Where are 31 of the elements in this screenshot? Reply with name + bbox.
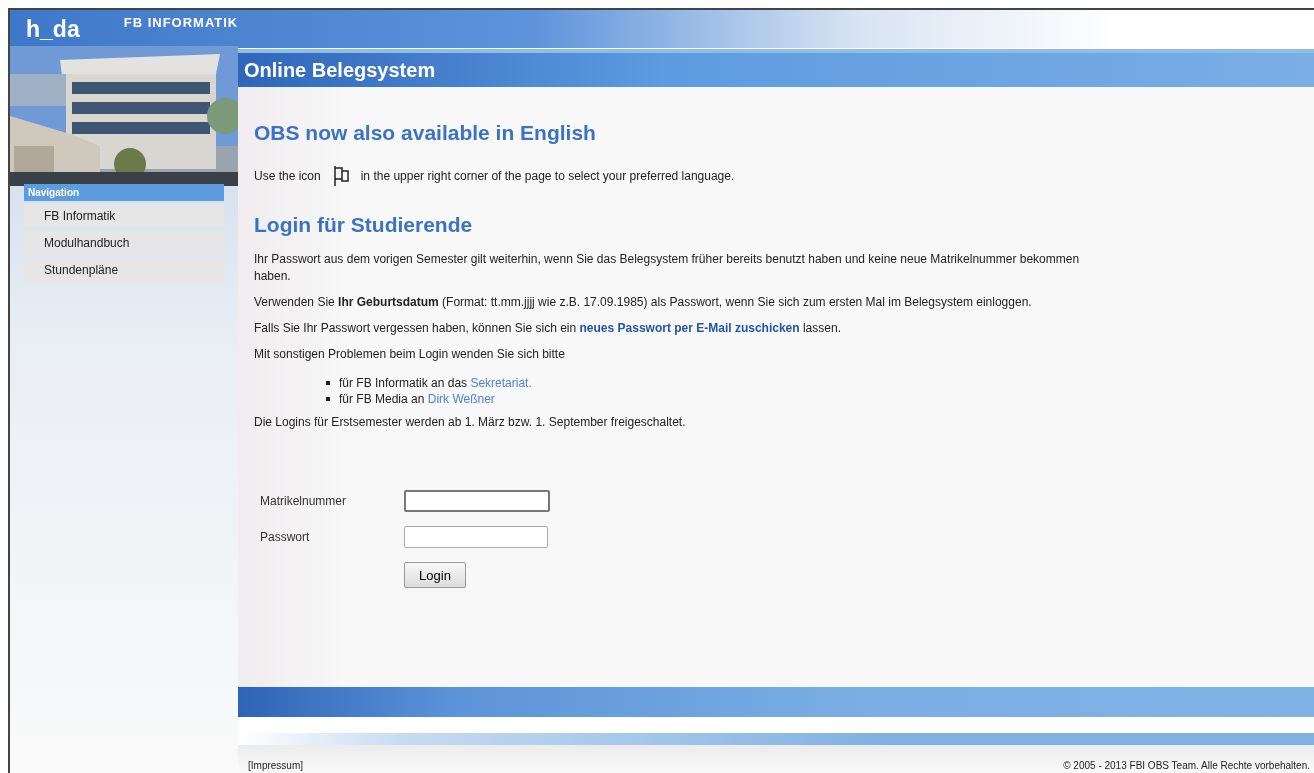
link[interactable]: neues Passwort per E-Mail zuschicken (579, 321, 800, 335)
link[interactable]: Sekretariat. (470, 376, 532, 390)
paragraph: Die Logins für Erstsemester werden ab 1. März bzw. 1. September freigeschaltet. (254, 414, 687, 431)
nav-item[interactable]: Modulhandbuch (24, 231, 224, 255)
field-label: Passwort (260, 529, 311, 544)
logo: h_da (26, 15, 80, 43)
nav-item[interactable]: FB Informatik (24, 204, 224, 228)
list-item: für FB Media an Dirk Weßner (339, 392, 495, 406)
bullet-icon (326, 381, 330, 385)
section-heading: OBS now also available in English (254, 121, 597, 145)
login-button[interactable]: Login (404, 562, 466, 588)
paragraph: Ihr Passwort aus dem vorigen Semester gilt weiterhin, wenn Sie das Belegsystem früher bereits benutzt haben und keine neue Matrikelnummer bekommen haben. (254, 251, 1081, 285)
department-title: FB INFORMATIK (123, 15, 239, 30)
navigation-title: Navigation (24, 184, 224, 201)
link[interactable]: Dirk Weßner (427, 392, 495, 406)
section-heading: Login für Studierende (254, 213, 474, 237)
input-field[interactable] (404, 526, 548, 548)
flag-icon (332, 165, 349, 187)
text: in the upper right corner of the page to select your preferred language. (360, 169, 735, 183)
nav-item[interactable]: Stundenpläne (24, 258, 224, 282)
copyright-text: © 2005 - 2013 FBI OBS Team. Alle Rechte vorbehalten. (1063, 760, 1310, 771)
paragraph: Verwenden Sie Ihr Geburtsdatum (Format: tt.mm.jjjj wie z.B. 17.09.1985) als Passwort, wenn Sie sich zum ersten Mal im Belegsystem einloggen. (254, 294, 1033, 311)
text: Use the icon (254, 169, 321, 183)
paragraph: Mit sonstigen Problemen beim Login wenden Sie sich bitte (254, 346, 566, 363)
impressum-link[interactable]: [Impressum] (248, 760, 303, 771)
input-field[interactable] (404, 490, 550, 512)
page-title-bar: Online Belegsystem (238, 49, 1314, 87)
list-item: für FB Informatik an das Sekretariat. (339, 376, 532, 390)
field-label: Matrikelnummer (260, 493, 347, 508)
paragraph: Falls Sie Ihr Passwort vergessen haben, können Sie sich ein neues Passwort per E-Mail zuschicken lassen. (254, 320, 842, 337)
bullet-icon (326, 397, 330, 401)
